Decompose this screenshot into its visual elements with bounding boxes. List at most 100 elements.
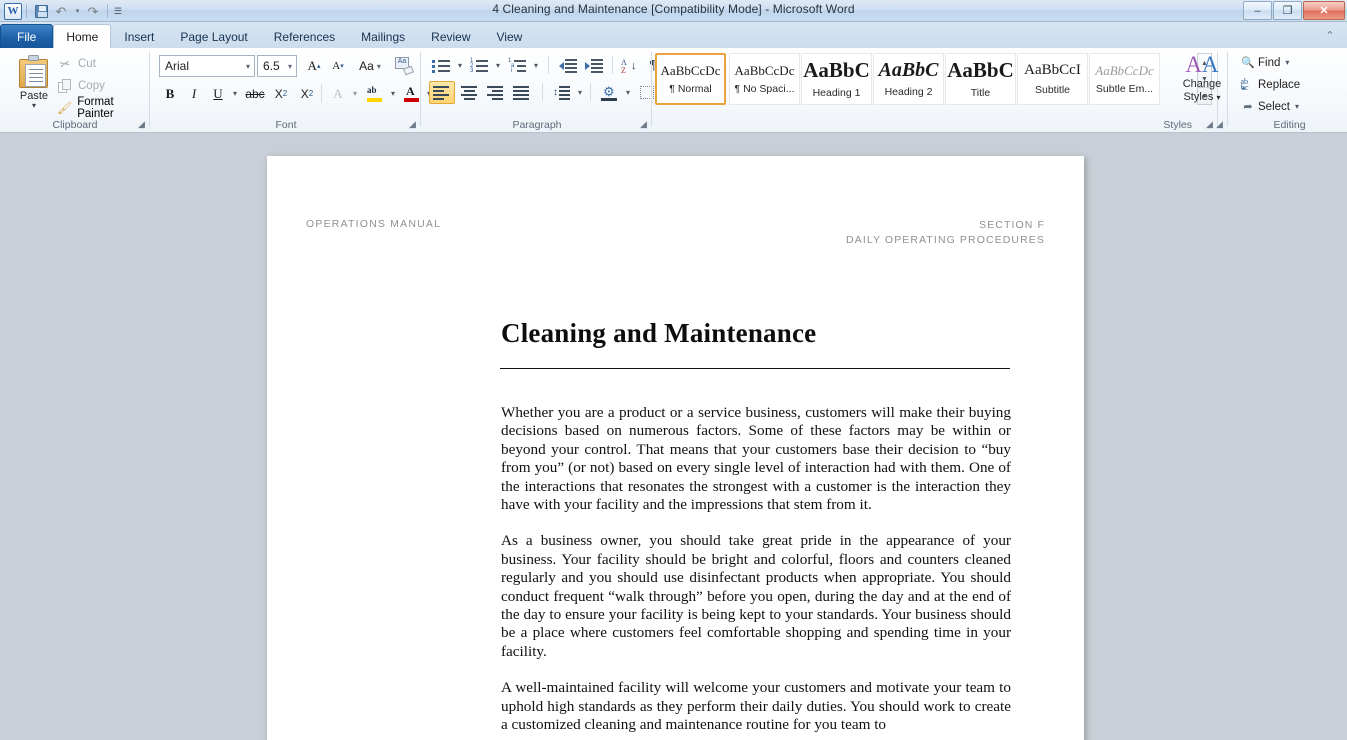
superscript-button[interactable]: X2 bbox=[295, 82, 319, 105]
highlight-caret-icon[interactable]: ▾ bbox=[387, 82, 399, 105]
select-caret-icon[interactable]: ▾ bbox=[1295, 102, 1299, 111]
ribbon: Paste ▾ ✂ Cut Copy 🖌 Format Painter Clip… bbox=[0, 48, 1347, 133]
decrease-indent-button[interactable] bbox=[556, 54, 580, 77]
align-right-button[interactable] bbox=[484, 81, 508, 104]
shading-icon: ⚙ bbox=[601, 86, 619, 100]
find-caret-icon[interactable]: ▾ bbox=[1285, 58, 1289, 67]
format-painter-button[interactable]: 🖌 Format Painter bbox=[56, 98, 150, 118]
subscript-button[interactable]: X2 bbox=[269, 82, 293, 105]
copy-button[interactable]: Copy bbox=[56, 76, 105, 96]
paste-button[interactable]: Paste ▾ bbox=[8, 52, 60, 120]
style-subtitle[interactable]: AaBbCcI Subtitle bbox=[1017, 53, 1088, 105]
align-right-icon bbox=[487, 86, 505, 100]
minimize-button[interactable]: – bbox=[1243, 1, 1272, 20]
tab-review[interactable]: Review bbox=[418, 25, 483, 48]
tab-home[interactable]: Home bbox=[53, 24, 111, 48]
align-center-icon bbox=[461, 86, 479, 100]
style-name: Heading 1 bbox=[813, 87, 861, 99]
close-button[interactable]: ✕ bbox=[1303, 1, 1345, 20]
style-name: Heading 2 bbox=[885, 86, 933, 98]
change-styles-dialog-launcher-icon[interactable]: ◢ bbox=[1214, 119, 1225, 130]
style-heading-2[interactable]: AaBbC Heading 2 bbox=[873, 53, 944, 105]
ribbon-tab-strip: File Home Insert Page Layout References … bbox=[0, 22, 1347, 48]
document-page[interactable]: OPERATIONS MANUAL SECTION F DAILY OPERAT… bbox=[267, 156, 1084, 740]
line-spacing-caret-icon[interactable]: ▾ bbox=[574, 81, 586, 104]
decrease-indent-icon bbox=[559, 58, 577, 73]
text-effects-button[interactable]: A bbox=[327, 82, 349, 105]
cut-button[interactable]: ✂ Cut bbox=[56, 54, 96, 74]
highlight-button[interactable]: ab bbox=[363, 82, 387, 105]
ribbon-group-change-styles: AA Change Styles ▾ ◢ bbox=[1176, 48, 1228, 133]
change-styles-icon: AA bbox=[1185, 52, 1218, 78]
justify-button[interactable] bbox=[510, 81, 534, 104]
cut-label: Cut bbox=[78, 58, 96, 70]
tab-page-layout[interactable]: Page Layout bbox=[167, 25, 260, 48]
clear-formatting-button[interactable]: Aa bbox=[391, 53, 417, 77]
bullets-caret-icon[interactable]: ▾ bbox=[454, 54, 466, 77]
tab-view[interactable]: View bbox=[484, 25, 536, 48]
text-effects-caret-icon[interactable]: ▾ bbox=[349, 82, 361, 105]
grow-font-button[interactable]: A▴ bbox=[303, 55, 325, 77]
underline-dropdown-caret-icon[interactable]: ▾ bbox=[229, 82, 241, 105]
change-styles-button[interactable]: AA Change Styles ▾ bbox=[1178, 52, 1226, 118]
select-label: Select bbox=[1258, 101, 1290, 113]
increase-indent-icon bbox=[585, 58, 603, 73]
document-body[interactable]: Whether you are a product or a service b… bbox=[501, 404, 1011, 740]
style-name: Title bbox=[971, 87, 990, 99]
line-spacing-icon: ↕ bbox=[553, 86, 571, 100]
align-left-button[interactable] bbox=[429, 81, 455, 104]
shading-caret-icon[interactable]: ▾ bbox=[622, 81, 634, 104]
style-heading-1[interactable]: AaBbC Heading 1 bbox=[801, 53, 872, 105]
align-center-button[interactable] bbox=[458, 81, 482, 104]
ribbon-group-font: Arial ▾ 6.5 ▾ A▴ A▾ Aa▾ Aa B I U ▾ abc X… bbox=[151, 48, 421, 133]
multilevel-list-button[interactable]: 1ai bbox=[506, 54, 530, 77]
strikethrough-button[interactable]: abc bbox=[243, 82, 267, 105]
change-case-button[interactable]: Aa▾ bbox=[355, 55, 385, 77]
font-divider bbox=[321, 84, 322, 103]
paragraph-dialog-launcher-icon[interactable]: ◢ bbox=[638, 119, 649, 130]
bullets-button[interactable] bbox=[430, 54, 454, 77]
shading-button[interactable]: ⚙ bbox=[598, 81, 622, 104]
select-button[interactable]: ➦ Select ▾ bbox=[1238, 96, 1299, 117]
find-label: Find bbox=[1258, 57, 1280, 69]
highlight-icon: ab bbox=[366, 85, 384, 103]
numbering-caret-icon[interactable]: ▾ bbox=[492, 54, 504, 77]
replace-button[interactable]: ab ac ↳ Replace bbox=[1238, 74, 1300, 95]
tab-references[interactable]: References bbox=[261, 25, 348, 48]
font-dialog-launcher-icon[interactable]: ◢ bbox=[407, 119, 418, 130]
font-name-combo[interactable]: Arial ▾ bbox=[159, 55, 255, 77]
clipboard-dialog-launcher-icon[interactable]: ◢ bbox=[136, 119, 147, 130]
paste-dropdown-caret-icon[interactable]: ▾ bbox=[32, 102, 36, 110]
bold-button[interactable]: B bbox=[159, 82, 181, 105]
paragraph-2: As a business owner, you should take gre… bbox=[501, 532, 1011, 661]
increase-indent-button[interactable] bbox=[582, 54, 606, 77]
tab-insert[interactable]: Insert bbox=[111, 25, 167, 48]
find-button[interactable]: 🔍 Find ▾ bbox=[1238, 52, 1289, 73]
tab-mailings[interactable]: Mailings bbox=[348, 25, 418, 48]
style-no-spacing[interactable]: AaBbCcDc ¶ No Spaci... bbox=[729, 53, 800, 105]
minimize-ribbon-icon[interactable]: ⌃ bbox=[1321, 27, 1339, 43]
italic-button[interactable]: I bbox=[183, 82, 205, 105]
document-canvas[interactable]: OPERATIONS MANUAL SECTION F DAILY OPERAT… bbox=[0, 134, 1347, 740]
style-preview: AaBbC bbox=[947, 60, 1014, 81]
font-group-label: Font bbox=[151, 119, 421, 131]
group-divider bbox=[1227, 52, 1228, 126]
clipboard-group-label: Clipboard bbox=[0, 119, 150, 131]
tab-file[interactable]: File bbox=[0, 24, 53, 48]
header-section-label: SECTION F bbox=[846, 218, 1045, 233]
sort-button[interactable]: A Z ↓ bbox=[618, 54, 640, 77]
underline-button[interactable]: U bbox=[207, 82, 229, 105]
multilevel-caret-icon[interactable]: ▾ bbox=[530, 54, 542, 77]
font-size-combo[interactable]: 6.5 ▾ bbox=[257, 55, 297, 77]
restore-button[interactable]: ❐ bbox=[1273, 1, 1302, 20]
numbering-button[interactable]: 123 bbox=[468, 54, 492, 77]
font-size-value: 6.5 bbox=[263, 59, 280, 73]
paste-icon bbox=[18, 55, 50, 89]
line-spacing-button[interactable]: ↕ bbox=[550, 81, 574, 104]
style-normal[interactable]: AaBbCcDc ¶ Normal bbox=[655, 53, 726, 105]
style-title[interactable]: AaBbC Title bbox=[945, 53, 1016, 105]
style-name: Subtitle bbox=[1035, 84, 1070, 96]
paragraph-group-label: Paragraph bbox=[422, 119, 652, 131]
shrink-font-button[interactable]: A▾ bbox=[327, 55, 349, 77]
style-subtle-emphasis[interactable]: AaBbCcDc Subtle Em... bbox=[1089, 53, 1160, 105]
